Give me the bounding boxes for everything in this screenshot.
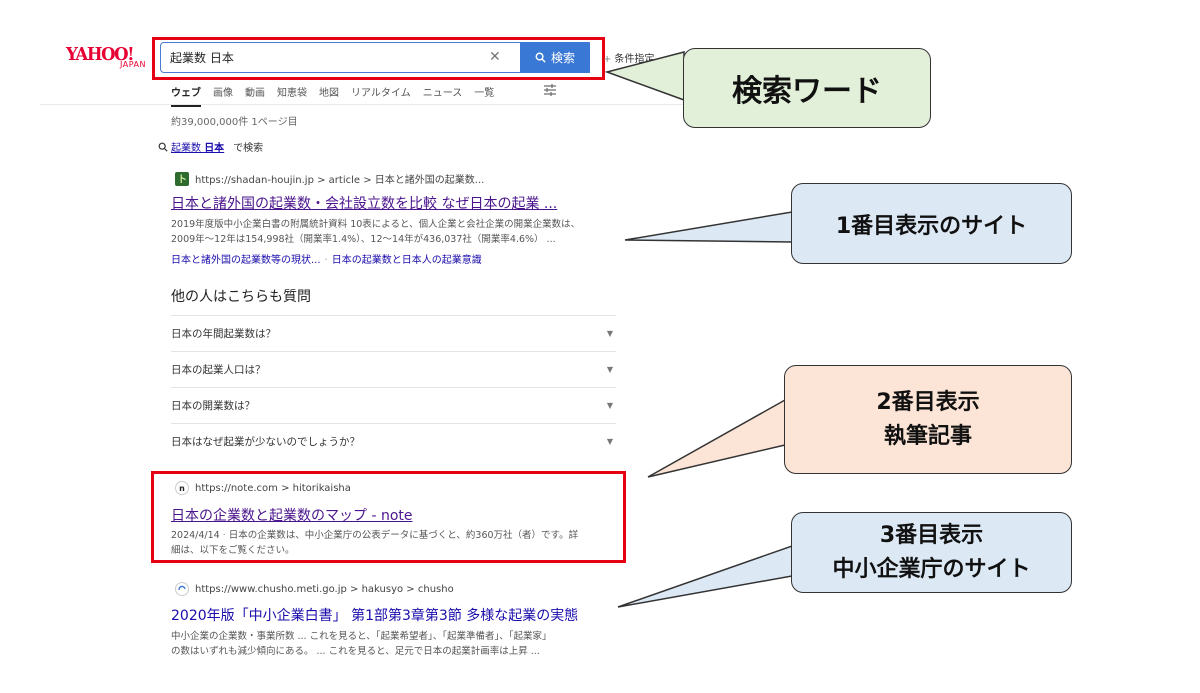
callout-text: 1番目表示のサイト [835, 213, 1028, 239]
callout-text: 2番目表示 [876, 389, 980, 415]
callout-pointer-2 [624, 211, 793, 243]
callout-text: 検索ワード [732, 74, 882, 109]
callout-text: 中小企業庁のサイト [832, 556, 1031, 582]
callout-text: 3番目表示 [879, 522, 984, 548]
callout-search-word: 検索ワード [683, 48, 931, 128]
callout-text: 執筆記事 [883, 423, 972, 449]
callout-third-site: 3番目表示中小企業庁のサイト [791, 512, 1072, 593]
callout-pointer-3 [647, 398, 786, 478]
callout-first-site: 1番目表示のサイト [791, 183, 1072, 264]
callout-second-article: 2番目表示執筆記事 [784, 365, 1072, 474]
callout-pointer-1 [604, 51, 685, 102]
callout-pointer-4 [617, 544, 793, 608]
